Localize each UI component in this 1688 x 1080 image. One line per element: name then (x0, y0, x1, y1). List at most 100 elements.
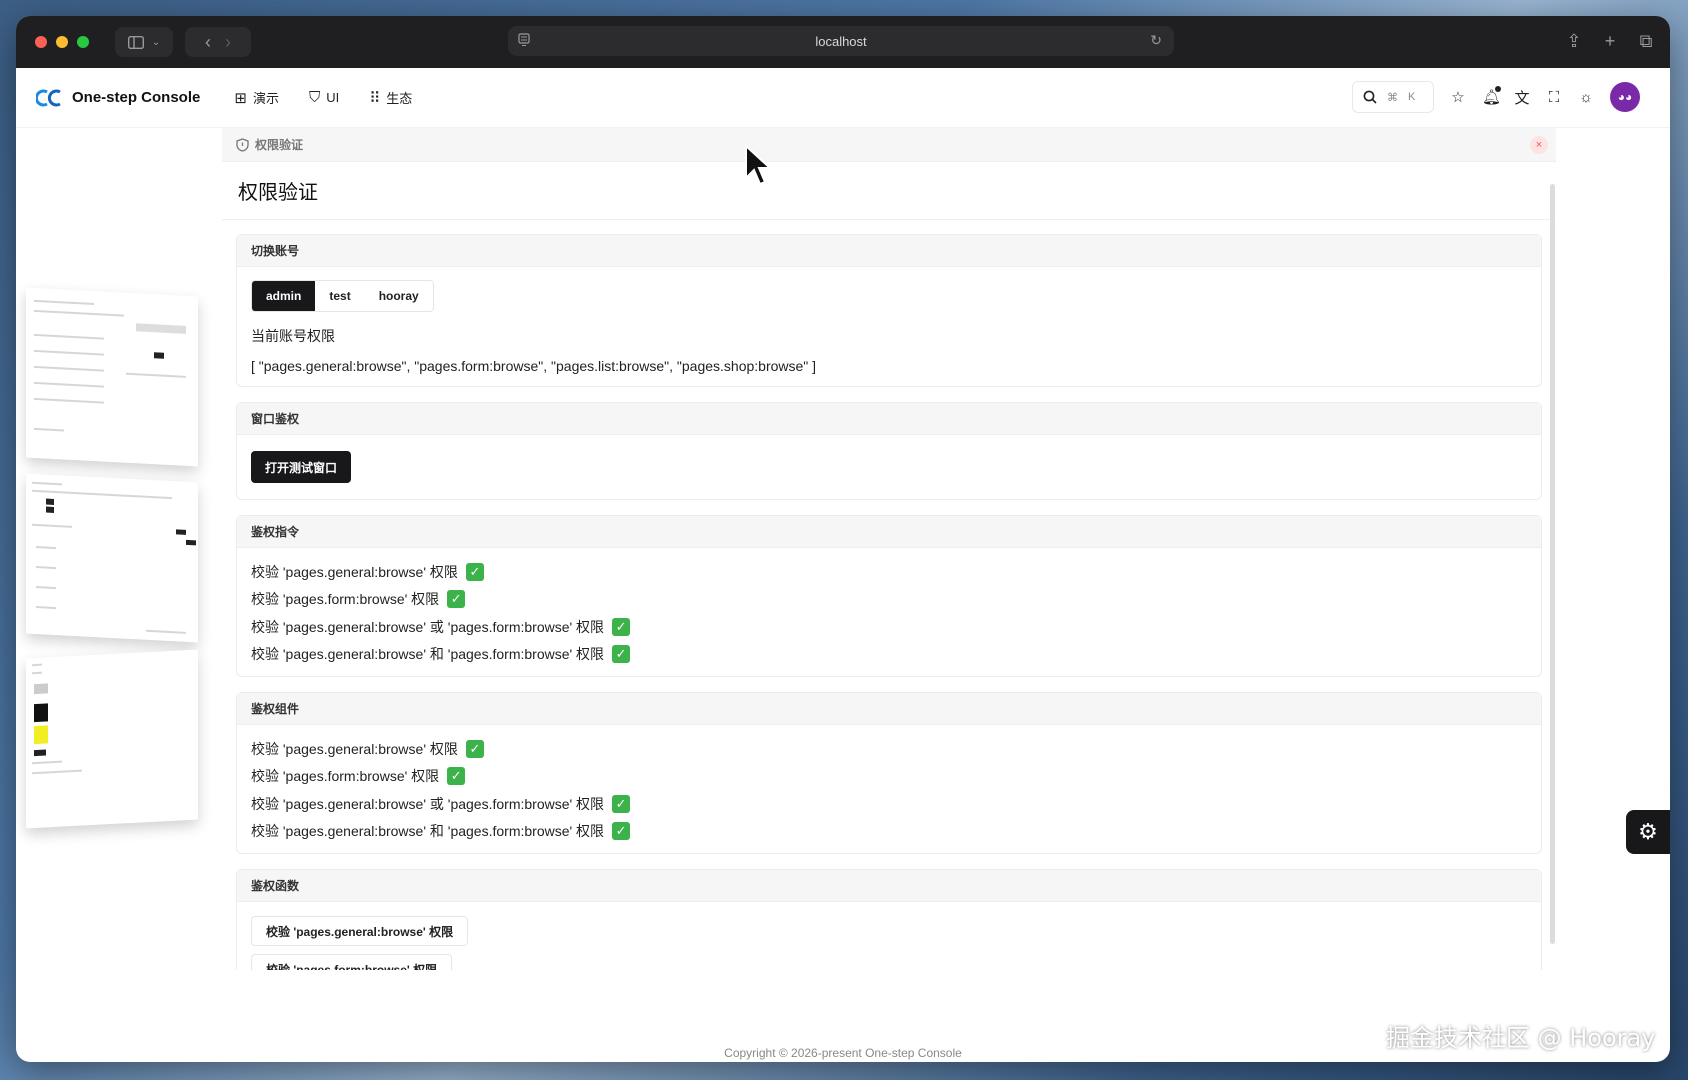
close-icon: × (1535, 139, 1543, 151)
window-auth-card: 窗口鉴权 打开测试窗口 (236, 402, 1542, 500)
close-window-button[interactable] (35, 36, 47, 48)
app-header: One-step Console ⊞ 演示 ⛉ UI ⠿ 生态 ⌘ K ☆ � (16, 68, 1670, 128)
sidebar-icon (127, 35, 144, 49)
grid-icon: ⊞ (234, 89, 247, 107)
avatar[interactable]: ◕◕ (1610, 82, 1640, 112)
fullscreen-icon[interactable]: ⛶ (1546, 89, 1562, 106)
card-header: 鉴权函数 (237, 870, 1541, 902)
check-item: 校验 'pages.form:browse' 权限 ✓ (251, 763, 1527, 791)
check-item-label: 校验 'pages.form:browse' 权限 (251, 591, 440, 608)
check-general-browse-button[interactable]: 校验 'pages.general:browse' 权限 (251, 916, 469, 946)
check-item: 校验 'pages.form:browse' 权限 ✓ (251, 586, 1527, 614)
check-item: 校验 'pages.general:browse' 或 'pages.form:… (251, 613, 1527, 641)
current-permission-value: [ "pages.general:browse", "pages.form:br… (251, 358, 817, 374)
page-title: 权限验证 (238, 182, 318, 204)
chevron-down-icon: ⌄ (151, 36, 161, 48)
bell-icon[interactable]: 🔔︎ (1482, 86, 1501, 106)
check-icon: ✓ (447, 590, 466, 609)
share-icon[interactable]: ⇪ (1564, 28, 1584, 54)
nav-item-label: UI (326, 90, 340, 105)
check-icon: ✓ (612, 794, 631, 813)
app-logo[interactable]: One-step Console (36, 88, 200, 108)
page-body: 切换账号 admin test hooray 当前账号权限 [ "pages.g… (222, 220, 1556, 970)
check-item-label: 校验 'pages.form:browse' 权限 (251, 768, 440, 785)
check-form-browse-button[interactable]: 校验 'pages.form:browse' 权限 (251, 954, 453, 970)
check-item: 校验 'pages.general:browse' 和 'pages.form:… (251, 641, 1527, 669)
settings-button[interactable]: ⚙ (1626, 810, 1670, 854)
auth-function-card: 鉴权函数 校验 'pages.general:browse' 权限 校验 'pa… (236, 869, 1542, 970)
page-thumbnail[interactable] (26, 287, 198, 467)
open-test-window-button[interactable]: 打开测试窗口 (251, 451, 352, 483)
window-controls (35, 36, 89, 48)
shortcut-key: K (1408, 91, 1416, 103)
gear-icon: ⚙ (1638, 819, 1658, 844)
tab-bar: 权限验证 × (222, 128, 1556, 162)
address-bar[interactable]: localhost ↻ (508, 26, 1174, 56)
switch-account-card: 切换账号 admin test hooray 当前账号权限 [ "pages.g… (236, 234, 1542, 387)
watermark-text: 掘金技术社区 @ Hooray (1386, 1024, 1656, 1052)
nav-item-ecosystem[interactable]: ⠿ 生态 (369, 88, 412, 107)
check-item: 校验 'pages.general:browse' 权限 ✓ (251, 735, 1527, 763)
check-item: 校验 'pages.general:browse' 和 'pages.form:… (251, 818, 1527, 846)
check-item-label: 校验 'pages.general:browse' 和 'pages.form:… (251, 646, 605, 663)
check-item-label: 校验 'pages.general:browse' 权限 (251, 740, 458, 757)
check-icon: ✓ (447, 767, 466, 786)
minimize-window-button[interactable] (56, 36, 68, 48)
check-icon: ✓ (612, 822, 631, 841)
new-tab-icon[interactable]: + (1600, 28, 1620, 54)
translate-icon[interactable]: 文 (1514, 87, 1530, 108)
page-thumbnail[interactable] (26, 473, 198, 643)
check-item: 校验 'pages.general:browse' 权限 ✓ (251, 558, 1527, 586)
back-button[interactable]: ‹ (205, 32, 211, 53)
main-content: 权限验证 × 权限验证 切换账号 admin test hooray 当前账号权… (222, 128, 1556, 970)
browser-window: ⌄ ‹ › localhost ↻ ⇪ + ⧉ One-step Console (16, 16, 1670, 1062)
page-icon (518, 33, 530, 46)
account-option-test[interactable]: test (315, 281, 365, 311)
shortcut-cmd: ⌘ (1387, 91, 1398, 104)
check-icon: ✓ (612, 645, 631, 664)
card-header: 切换账号 (237, 235, 1541, 267)
browser-actions: ⇪ + ⧉ (1564, 28, 1656, 54)
nav-item-ui[interactable]: ⛉ UI (309, 88, 339, 107)
notification-dot (1495, 86, 1501, 92)
maximize-window-button[interactable] (77, 36, 89, 48)
page-thumbnail[interactable] (26, 649, 198, 829)
auth-directive-card: 鉴权指令 校验 'pages.general:browse' 权限 ✓ 校验 'p… (236, 515, 1542, 677)
check-item-label: 校验 'pages.general:browse' 和 'pages.form:… (251, 823, 605, 840)
shield-icon (236, 137, 249, 152)
search-icon (1363, 90, 1377, 104)
header-tools: ⌘ K ☆ 🔔︎ 文 ⛶ ☼ ◕◕ (1352, 81, 1640, 113)
shield-icon: ⛉ (308, 89, 321, 106)
check-icon: ✓ (465, 739, 484, 758)
current-permission-label: 当前账号权限 (251, 328, 335, 344)
top-nav: ⊞ 演示 ⛉ UI ⠿ 生态 (234, 88, 412, 107)
check-icon: ✓ (465, 562, 484, 581)
scrollbar[interactable] (1550, 184, 1555, 944)
account-option-hooray[interactable]: hooray (364, 281, 433, 311)
check-item-label: 校验 'pages.general:browse' 或 'pages.form:… (251, 795, 605, 812)
card-header: 窗口鉴权 (237, 403, 1541, 435)
page-header: 权限验证 (222, 162, 1556, 220)
history-nav: ‹ › (185, 27, 251, 57)
search-button[interactable]: ⌘ K (1352, 81, 1434, 113)
account-switcher: admin test hooray (251, 280, 434, 312)
check-item: 校验 'pages.general:browse' 或 'pages.form:… (251, 790, 1527, 818)
sidebar-toggle-button[interactable]: ⌄ (115, 27, 173, 57)
sun-icon[interactable]: ☼ (1578, 89, 1594, 106)
close-tab-button[interactable]: × (1530, 136, 1548, 154)
nav-item-demo[interactable]: ⊞ 演示 (234, 88, 279, 107)
forward-button[interactable]: › (225, 32, 231, 53)
reload-icon[interactable]: ↻ (1150, 32, 1162, 49)
tab-permission[interactable]: 权限验证 (236, 136, 303, 153)
mouse-cursor-icon (745, 144, 773, 186)
nav-item-label: 生态 (386, 91, 413, 106)
tabs-overview-icon[interactable]: ⧉ (1636, 28, 1656, 54)
tab-label: 权限验证 (255, 138, 304, 152)
check-icon: ✓ (612, 617, 631, 636)
star-icon[interactable]: ☆ (1450, 88, 1466, 106)
account-option-admin[interactable]: admin (252, 281, 316, 311)
check-item-label: 校验 'pages.general:browse' 权限 (251, 563, 458, 580)
url-text: localhost (815, 33, 867, 49)
auth-component-card: 鉴权组件 校验 'pages.general:browse' 权限 ✓ 校验 'p… (236, 692, 1542, 854)
card-header: 鉴权指令 (237, 516, 1541, 548)
